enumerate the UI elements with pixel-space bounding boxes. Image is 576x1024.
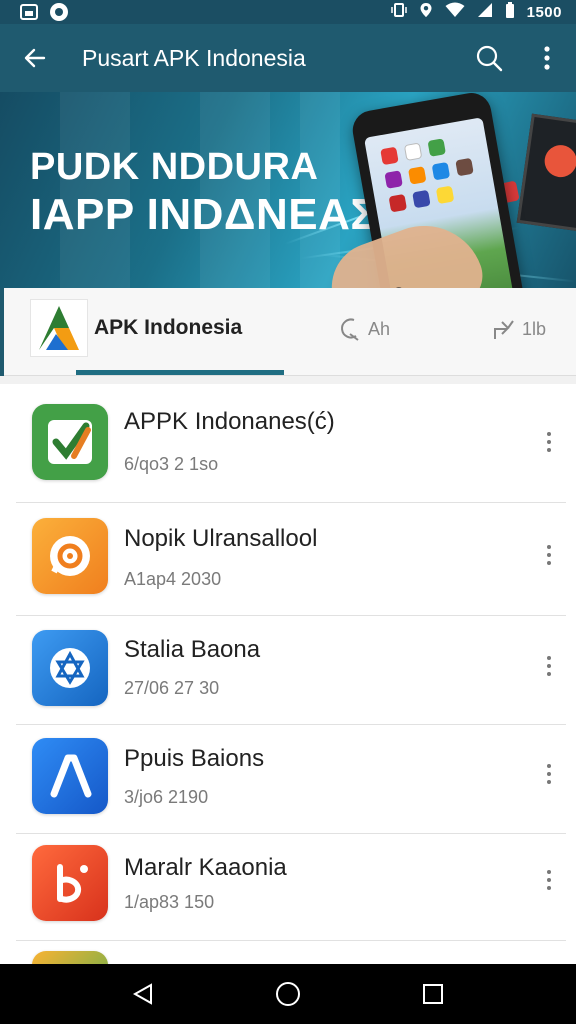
- app-icon-tile: [455, 157, 474, 177]
- app-list: APPK Indonanes(ć) 6/qo3 2 1so Nopik Ulra…: [0, 384, 576, 964]
- nav-back-button[interactable]: [113, 964, 173, 1024]
- nav-back-icon: [132, 983, 152, 1005]
- status-left: [20, 3, 68, 21]
- partial-app-icon: [32, 951, 108, 964]
- list-item[interactable]: Nopik Ulransallool A1ap4 2030: [0, 503, 576, 615]
- location-icon: [419, 2, 433, 23]
- status-right: 1500: [390, 1, 562, 23]
- list-item[interactable]: [0, 941, 576, 964]
- vibrate-icon: [390, 2, 407, 22]
- page-title: Pusart APK Indonesia: [82, 44, 306, 71]
- arrow-left-icon: [24, 48, 46, 68]
- app-icon-tile: [427, 138, 447, 157]
- search-button[interactable]: [460, 24, 518, 92]
- item-more-button[interactable]: [534, 646, 564, 686]
- app-icon-tile: [408, 166, 427, 185]
- search-icon: [476, 45, 503, 72]
- status-time: 1500: [526, 3, 562, 21]
- a-letter-icon: [32, 738, 108, 814]
- apk-indonesia-logo-icon: [30, 299, 88, 357]
- tab-apk-indonesia[interactable]: APK Indonesia: [30, 298, 242, 358]
- nav-recents-button[interactable]: [403, 964, 463, 1024]
- app-icon-tile: [403, 142, 423, 162]
- app-meta: 3/jo6 2190: [124, 787, 209, 807]
- chat-swirl-icon: [32, 518, 108, 594]
- list-item[interactable]: Maralr Kaaonia 1/ap83 150: [0, 834, 576, 940]
- monitor-illustration: [516, 113, 576, 233]
- app-meta: A1ap4 2030: [124, 569, 222, 589]
- app-name: Maralr Kaaonia: [124, 854, 287, 881]
- wifi-icon: [445, 2, 465, 23]
- back-button[interactable]: [0, 24, 70, 92]
- app-meta: 6/qo3 2 1so: [124, 454, 219, 474]
- tab-secondary-2[interactable]: 1lb: [492, 314, 546, 344]
- share-icon: [494, 320, 514, 339]
- list-item[interactable]: Stalia Baona 27/06 27 30: [0, 616, 576, 724]
- list-item[interactable]: APPK Indonanes(ć) 6/qo3 2 1so: [0, 384, 576, 502]
- star-map-icon: [32, 630, 108, 706]
- nav-home-button[interactable]: [258, 964, 318, 1024]
- item-more-button[interactable]: [534, 535, 564, 575]
- item-more-button[interactable]: [534, 754, 564, 794]
- banner-headline-1: PUDK NDDURA: [30, 146, 319, 188]
- app-icon-tile: [388, 193, 408, 213]
- image-icon: [20, 4, 38, 20]
- app-icon-tile: [384, 170, 403, 189]
- overflow-menu-button[interactable]: [518, 24, 576, 92]
- signal-icon: [477, 2, 493, 23]
- tab-secondary-1-label: Ah: [368, 318, 391, 339]
- status-bar: 1500: [0, 0, 576, 24]
- item-more-button[interactable]: [534, 422, 564, 462]
- app-icon-tile: [380, 146, 399, 166]
- nav-home-icon: [275, 982, 300, 1006]
- app-meta: 1/ap83 150: [124, 892, 215, 912]
- app-name: APPK Indonanes(ć): [124, 408, 335, 435]
- item-more-button[interactable]: [534, 860, 564, 900]
- tab-main-label: APK Indonesia: [94, 316, 243, 339]
- check-edit-icon: [32, 404, 108, 480]
- app-meta: 27/06 27 30: [124, 678, 220, 698]
- app-name: Ppuis Baions: [124, 745, 265, 772]
- refresh-icon: [341, 318, 359, 341]
- list-item[interactable]: Ppuis Baions 3/jo6 2190: [0, 725, 576, 833]
- app-icon-tile: [412, 189, 431, 209]
- tab-secondary-2-label: 1lb: [522, 318, 547, 339]
- tab-active-indicator: [76, 370, 284, 375]
- tab-bar: APK Indonesia Ah 1lb: [0, 288, 576, 376]
- tab-secondary-1[interactable]: Ah: [340, 314, 390, 344]
- b-swirl-icon: [32, 845, 108, 921]
- app-bar: Pusart APK Indonesia: [0, 24, 576, 92]
- app-name: Stalia Baona: [124, 636, 261, 663]
- app-icon-tile: [435, 185, 455, 205]
- app-icon-tile: [431, 161, 451, 181]
- promo-banner[interactable]: PUDK NDDURA IAPP INDΔNEAΣIA: [0, 92, 576, 288]
- battery-icon: [505, 1, 515, 23]
- app-name: Nopik Ulransallool: [124, 525, 318, 552]
- circle-app-icon: [50, 3, 68, 21]
- nav-recents-icon: [423, 984, 444, 1004]
- more-vert-icon: [544, 46, 550, 70]
- navigation-bar: [0, 964, 576, 1024]
